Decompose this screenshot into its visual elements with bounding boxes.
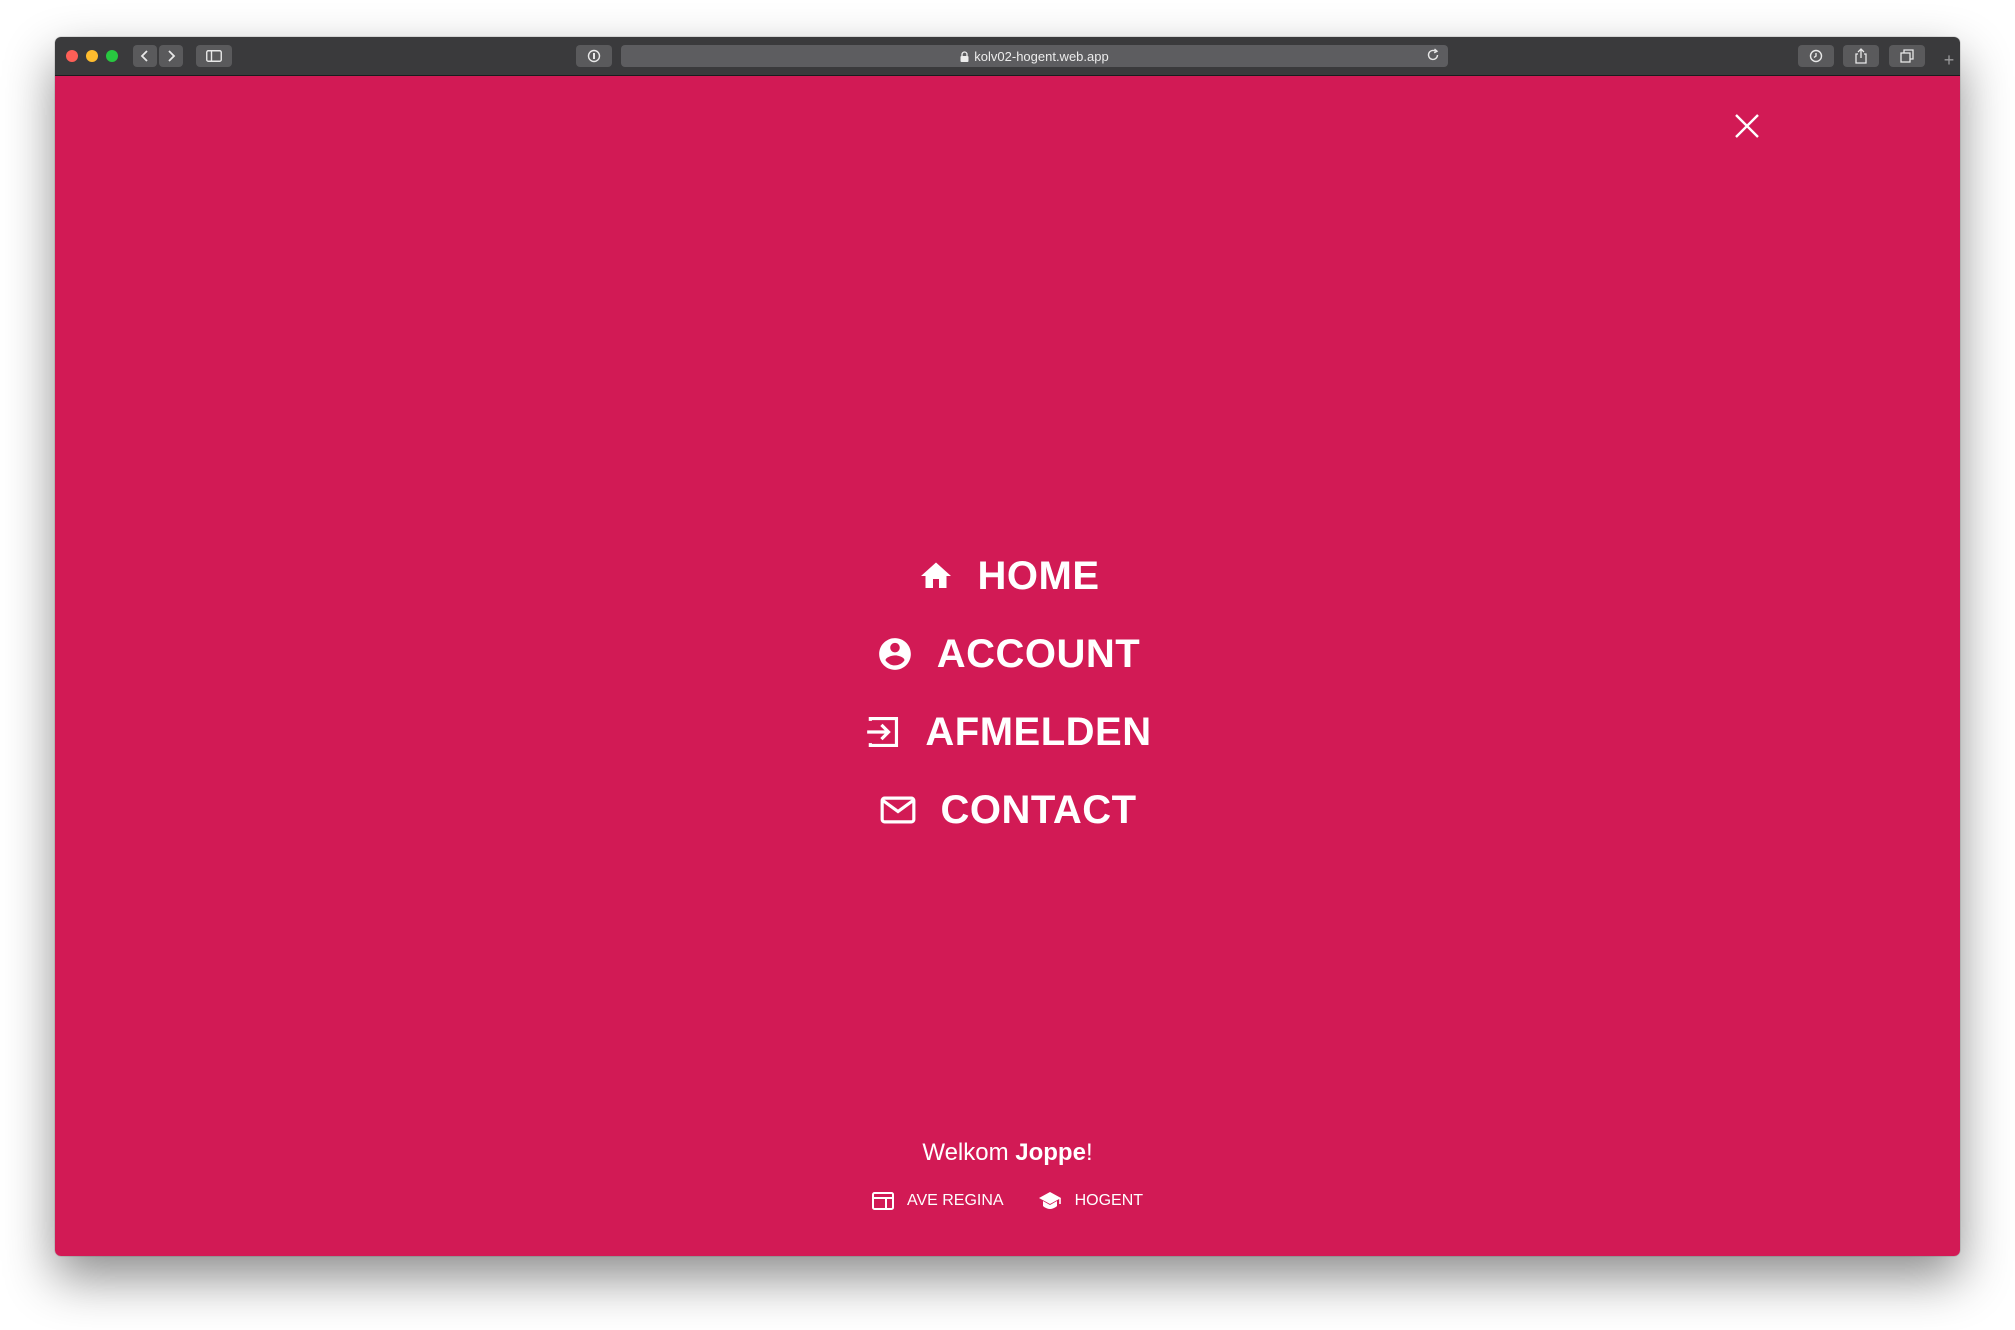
mail-icon <box>878 790 918 830</box>
url-text: kolv02-hogent.web.app <box>974 48 1109 64</box>
footer-link-hogent[interactable]: HOGENT <box>1038 1191 1143 1211</box>
web-icon <box>871 1192 894 1210</box>
account-circle-icon <box>875 634 915 674</box>
sidebar-toggle-button[interactable] <box>196 45 232 67</box>
new-tab-button[interactable]: + <box>1938 45 1960 75</box>
footer-link-label: HOGENT <box>1074 1192 1144 1209</box>
back-button[interactable] <box>133 45 157 67</box>
welcome-suffix: ! <box>1085 1139 1093 1166</box>
share-button[interactable] <box>1843 45 1879 67</box>
password-button[interactable] <box>576 45 612 67</box>
logout-icon <box>863 712 903 752</box>
nav-item-logout[interactable]: AFMELDEN <box>55 697 1960 767</box>
reload-button[interactable] <box>1426 48 1440 65</box>
user-name: Joppe <box>1015 1139 1086 1166</box>
footer-links: AVE REGINA HOGENT <box>55 1191 1960 1211</box>
forward-button[interactable] <box>159 45 183 67</box>
chevron-right-icon <box>168 50 176 62</box>
key-icon <box>587 49 601 63</box>
close-menu-button[interactable] <box>1732 111 1762 141</box>
mobile-menu-overlay: HOME ACCOUNT AFMELDEN CONTACT Welkom Jop… <box>55 76 1960 1256</box>
footer-link-label: AVE REGINA <box>906 1192 1004 1209</box>
nav-item-label: AFMELDEN <box>925 709 1152 754</box>
welcome-prefix: Welkom <box>922 1139 1016 1166</box>
nav-item-label: ACCOUNT <box>936 631 1141 676</box>
tabs-overview-button[interactable] <box>1889 45 1925 67</box>
nav-item-contact[interactable]: CONTACT <box>55 775 1960 845</box>
plus-icon: + <box>1943 49 1955 70</box>
share-icon <box>1855 48 1867 64</box>
tabs-icon <box>1900 49 1914 63</box>
minimize-window-button[interactable] <box>86 50 98 62</box>
school-icon <box>1038 1191 1062 1211</box>
clock-icon <box>1809 49 1823 63</box>
close-window-button[interactable] <box>66 50 78 62</box>
footer-link-ave-regina[interactable]: AVE REGINA <box>871 1192 1004 1210</box>
browser-window: kolv02-hogent.web.app + HOME ACCOUNT AFM… <box>55 37 1960 1256</box>
sidebar-icon <box>206 50 222 62</box>
address-bar[interactable]: kolv02-hogent.web.app <box>621 45 1448 67</box>
history-button[interactable] <box>1798 45 1834 67</box>
lock-icon <box>960 50 969 62</box>
nav-item-label: CONTACT <box>940 787 1137 832</box>
reload-icon <box>1427 48 1439 61</box>
nav-item-home[interactable]: HOME <box>55 541 1960 611</box>
zoom-window-button[interactable] <box>106 50 118 62</box>
home-icon <box>916 556 956 596</box>
welcome-message: Welkom Joppe! <box>55 1139 1960 1167</box>
browser-toolbar: kolv02-hogent.web.app + <box>55 37 1960 76</box>
close-icon <box>1735 114 1759 138</box>
chevron-left-icon <box>140 50 148 62</box>
nav-item-label: HOME <box>977 553 1100 598</box>
nav-item-account[interactable]: ACCOUNT <box>55 619 1960 689</box>
